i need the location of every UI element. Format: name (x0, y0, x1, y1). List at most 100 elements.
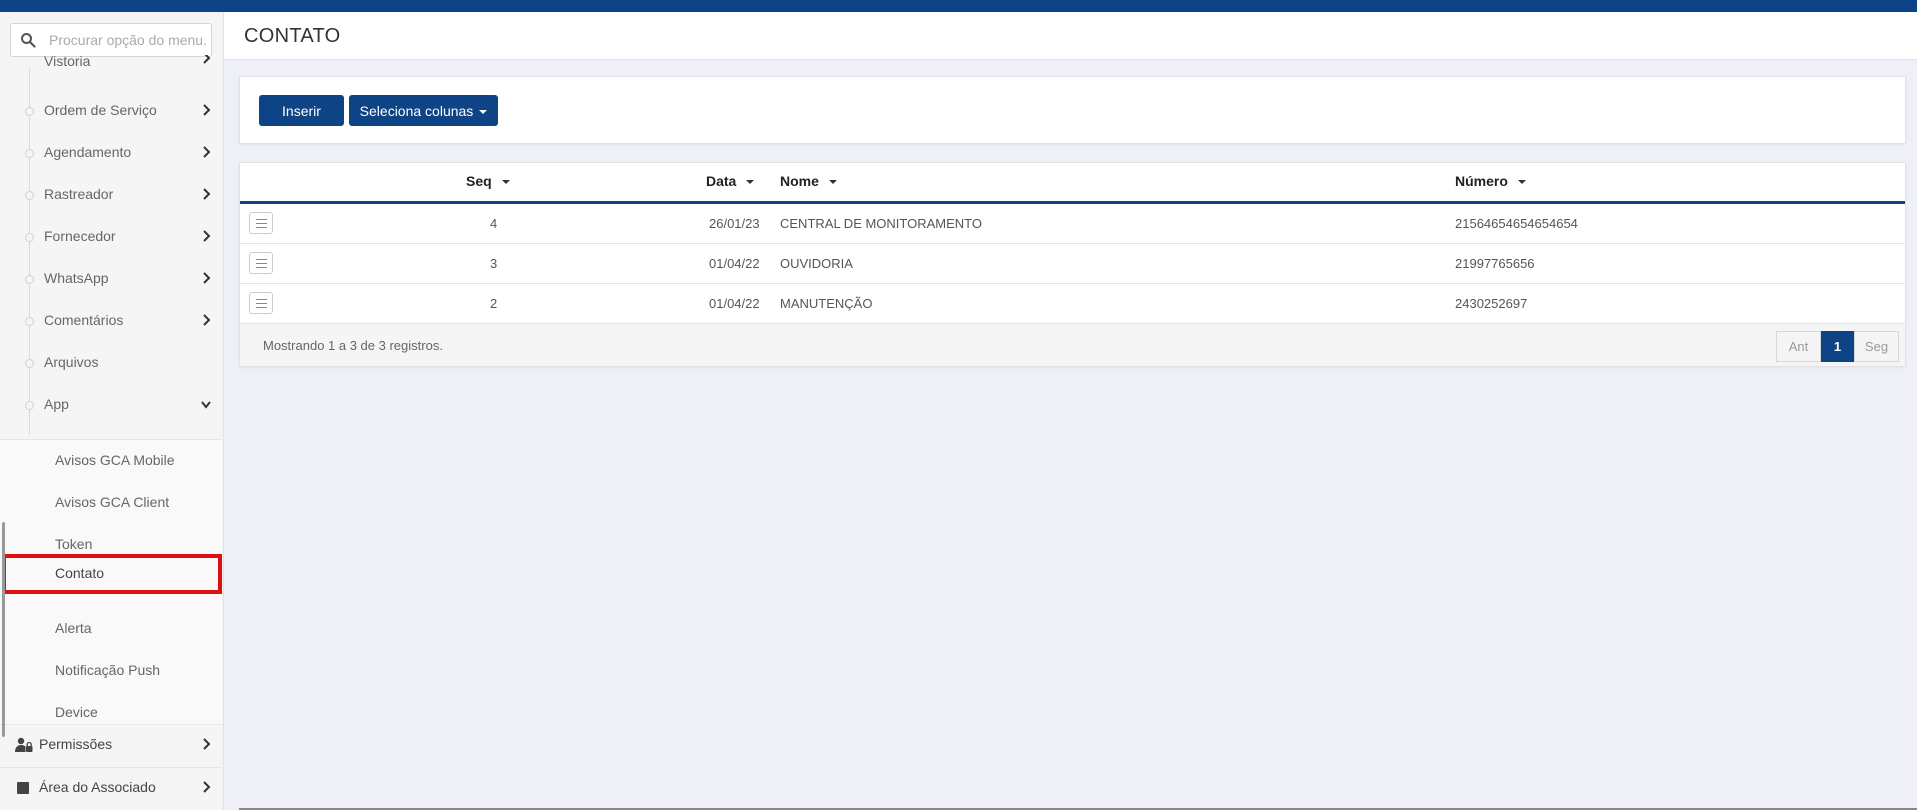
sidebar-section-permissoes[interactable]: Permissões (0, 724, 222, 765)
submenu-item-label: Alerta (55, 620, 92, 636)
cell-data: 01/04/22 (709, 256, 760, 271)
tree-node-dot (25, 317, 34, 326)
cell-numero: 21997765656 (1455, 256, 1535, 271)
row-menu-icon[interactable] (249, 212, 273, 234)
sidebar-item-agendamento[interactable]: Agendamento (0, 133, 222, 175)
select-columns-button[interactable]: Seleciona colunas (349, 95, 498, 126)
pagination-next[interactable]: Seg (1854, 331, 1899, 362)
user-lock-icon (15, 737, 33, 752)
records-count-text: Mostrando 1 a 3 de 3 registros. (263, 338, 443, 353)
sidebar-item-label: App (44, 396, 69, 412)
cell-seq: 2 (490, 296, 498, 311)
submenu-item-avisos-gca-mobile[interactable]: Avisos GCA Mobile (0, 441, 222, 481)
sort-caret-icon (501, 180, 510, 185)
sidebar-item-label: Arquivos (44, 354, 99, 370)
chevron-right-icon (203, 55, 211, 64)
page-header: CONTATO (224, 12, 1917, 60)
cell-data: 01/04/22 (709, 296, 760, 311)
submenu-item-label: Contato (55, 565, 105, 581)
row-menu-icon[interactable] (249, 252, 273, 274)
cell-nome: CENTRAL DE MONITORAMENTO (780, 216, 983, 231)
select-columns-label: Seleciona colunas (359, 102, 474, 119)
toolbar-card: Inserir Seleciona colunas (239, 76, 1906, 144)
submenu-item-label: Avisos GCA Mobile (55, 452, 175, 468)
chevron-right-icon (203, 738, 211, 750)
column-header-label: Número (1455, 173, 1508, 189)
sidebar-item-label: Agendamento (44, 144, 132, 160)
row-menu-icon[interactable] (249, 292, 273, 314)
column-header-data[interactable]: Data (706, 173, 755, 189)
cell-data: 26/01/23 (709, 216, 760, 231)
sort-caret-icon (828, 180, 837, 185)
insert-button[interactable]: Inserir (259, 95, 344, 126)
tree-node-dot (25, 359, 34, 368)
sidebar-item-label: Fornecedor (44, 228, 116, 244)
tree-node-dot (25, 191, 34, 200)
table-footer: Mostrando 1 a 3 de 3 registros. Ant 1 Se… (240, 324, 1905, 366)
sidebar-item-vistoria[interactable]: Vistoria (0, 55, 222, 75)
cell-nome: MANUTENÇÃO (780, 296, 873, 311)
tree-node-dot (25, 233, 34, 242)
chevron-right-icon (203, 230, 211, 242)
tree-node-dot (25, 107, 34, 116)
sidebar-item-label: Comentários (44, 312, 124, 328)
chevron-right-icon (203, 314, 211, 326)
sidebar-item-comentarios[interactable]: Comentários (0, 301, 222, 343)
table-row: 4 26/01/23 CENTRAL DE MONITORAMENTO 2156… (240, 204, 1905, 244)
sidebar-section-label: Área do Associado (39, 779, 156, 795)
sidebar: Vistoria Ordem de Serviço Agendamento Ra… (0, 12, 224, 810)
table-row: 3 01/04/22 OUVIDORIA 21997765656 (240, 244, 1905, 284)
submenu-item-label: Avisos GCA Client (55, 494, 170, 510)
cell-numero: 21564654654654654 (1455, 216, 1578, 231)
pagination-page-1[interactable]: 1 (1821, 331, 1854, 362)
tree-node-dot (25, 401, 34, 410)
top-bar (0, 0, 1917, 12)
cell-seq: 3 (490, 256, 498, 271)
sidebar-item-fornecedor[interactable]: Fornecedor (0, 217, 222, 259)
submenu-item-contato[interactable]: Contato (2, 554, 222, 594)
submenu-item-label: Device (55, 704, 98, 720)
page-title: CONTATO (244, 25, 341, 47)
chevron-right-icon (203, 188, 211, 200)
submenu-item-label: Notificação Push (55, 662, 161, 678)
chevron-right-icon (203, 272, 211, 284)
cell-nome: OUVIDORIA (780, 256, 853, 271)
chevron-right-icon (203, 146, 211, 158)
square-icon (17, 782, 29, 794)
chevron-right-icon (203, 104, 211, 116)
column-header-label: Seq (466, 173, 492, 189)
contacts-table: Seq Data Nome Número 4 26/01/23 CENTRAL … (239, 162, 1906, 367)
chevron-right-icon (203, 781, 211, 793)
table-header: Seq Data Nome Número (240, 163, 1905, 204)
tree-node-dot (25, 275, 34, 284)
sidebar-item-rastreador[interactable]: Rastreador (0, 175, 222, 217)
pagination-prev[interactable]: Ant (1776, 331, 1821, 362)
sidebar-item-ordem-de-servico[interactable]: Ordem de Serviço (0, 91, 222, 133)
column-header-label: Data (706, 173, 737, 189)
menu-search-box (10, 23, 212, 57)
sidebar-item-arquivos[interactable]: Arquivos (0, 343, 222, 385)
submenu-item-avisos-gca-client[interactable]: Avisos GCA Client (0, 483, 222, 523)
menu-search-input[interactable] (49, 24, 207, 56)
sidebar-item-label: WhatsApp (44, 270, 109, 286)
column-header-label: Nome (780, 173, 819, 189)
sidebar-item-app[interactable]: App (0, 385, 222, 427)
cell-numero: 2430252697 (1455, 296, 1528, 311)
tree-node-dot (25, 149, 34, 158)
sidebar-scrollbar[interactable] (2, 522, 5, 737)
caret-down-icon (479, 109, 488, 114)
sidebar-section-label: Permissões (39, 736, 113, 752)
column-header-seq[interactable]: Seq (466, 173, 510, 189)
sort-caret-icon (1517, 180, 1526, 185)
submenu-item-label: Token (55, 536, 93, 552)
sidebar-item-whatsapp[interactable]: WhatsApp (0, 259, 222, 301)
chevron-down-icon (201, 401, 211, 409)
table-row: 2 01/04/22 MANUTENÇÃO 2430252697 (240, 284, 1905, 324)
sidebar-section-area-do-associado[interactable]: Área do Associado (0, 767, 222, 808)
sidebar-item-label: Vistoria (44, 55, 91, 69)
submenu-item-notificacao-push[interactable]: Notificação Push (0, 651, 222, 691)
column-header-numero[interactable]: Número (1455, 173, 1526, 189)
sort-caret-icon (746, 180, 755, 185)
column-header-nome[interactable]: Nome (780, 173, 837, 189)
submenu-item-alerta[interactable]: Alerta (0, 609, 222, 649)
